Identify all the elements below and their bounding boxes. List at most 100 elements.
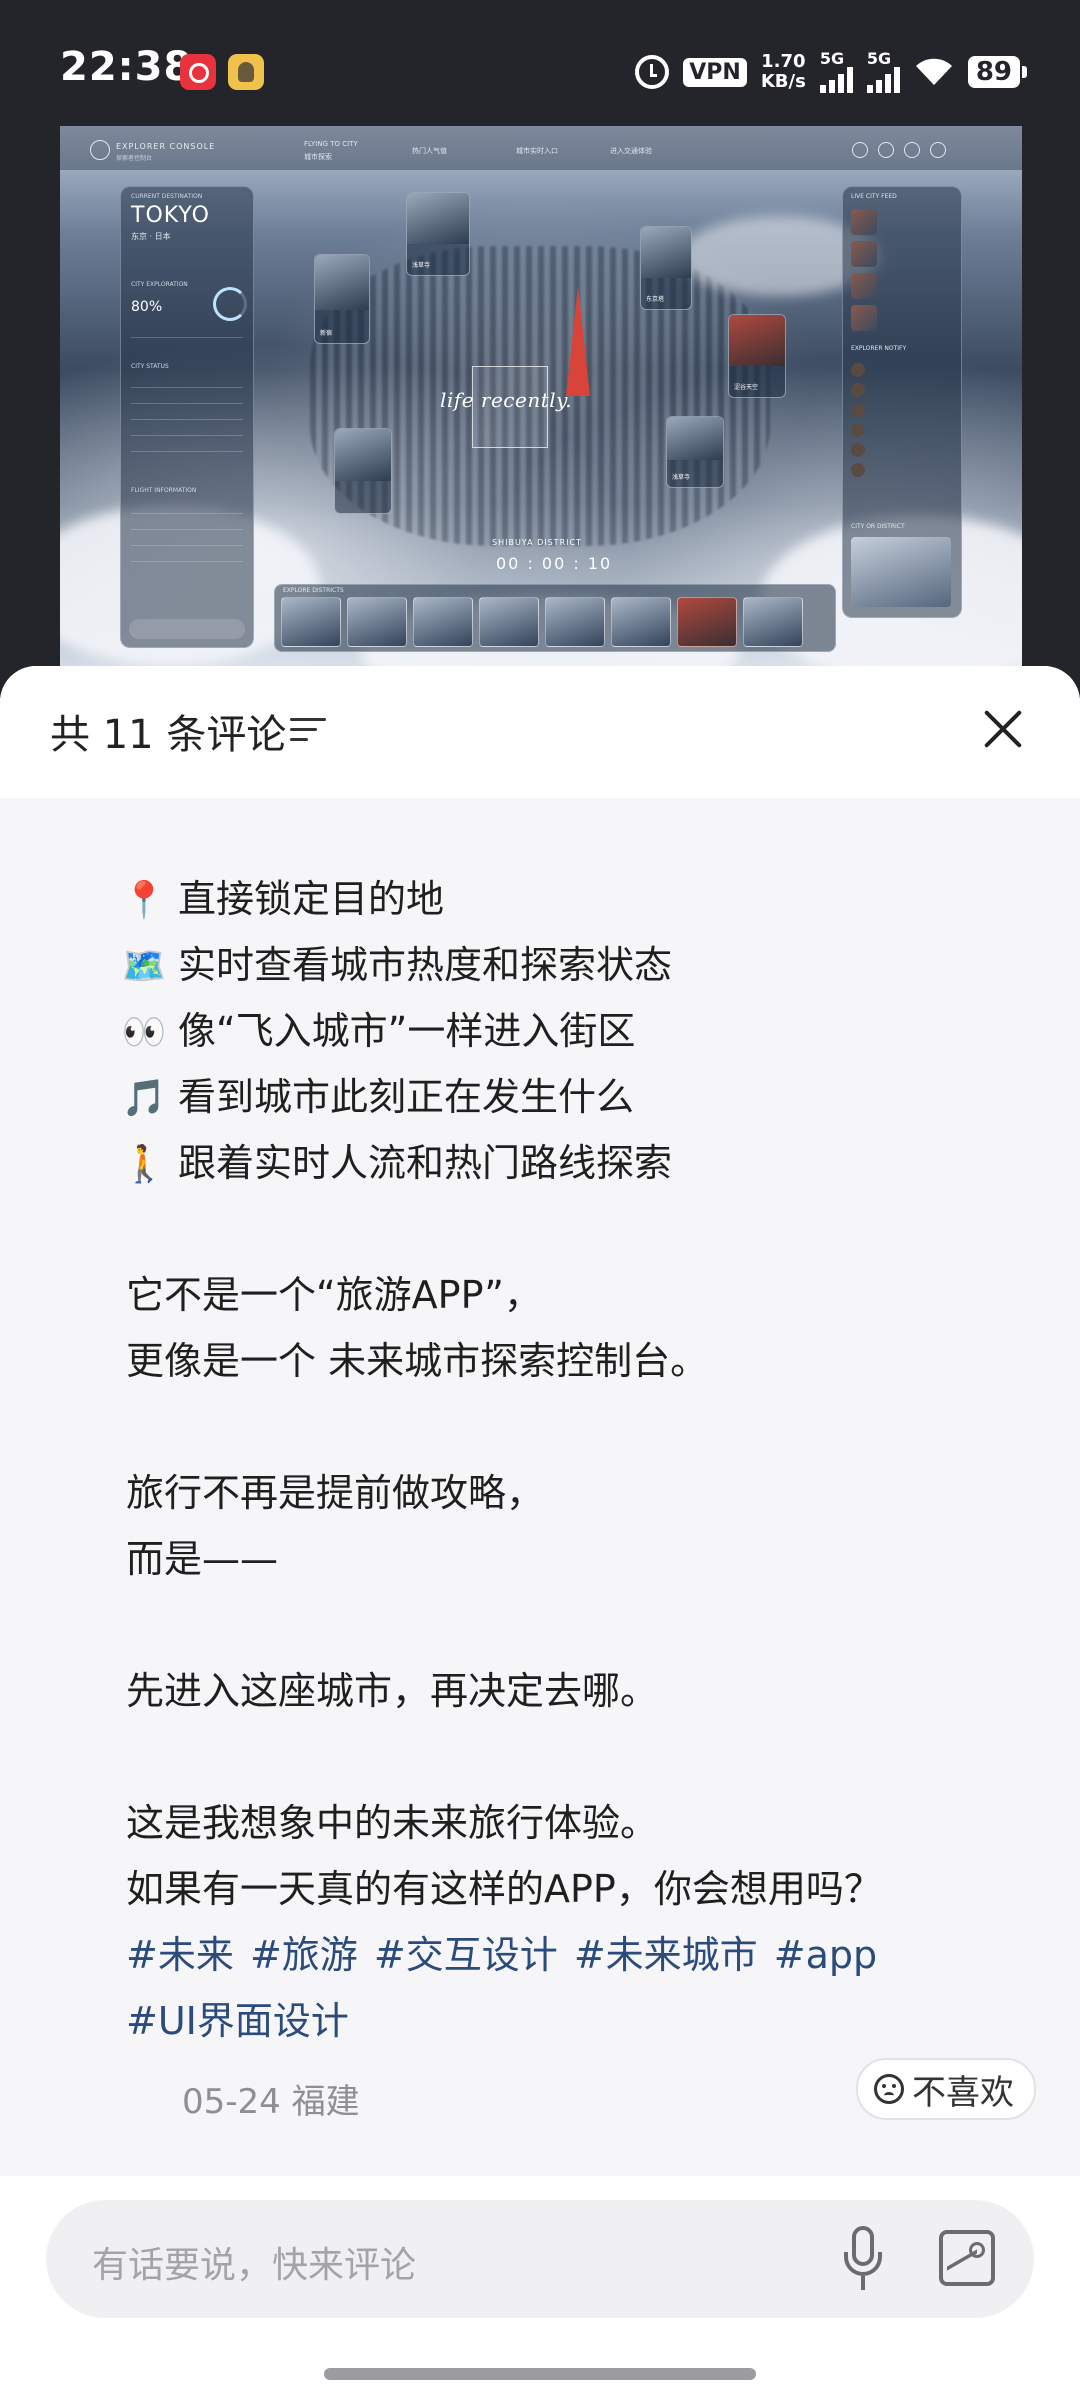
paragraph-line: 如果有一天真的有这样的APP，你会想用吗？ bbox=[126, 1867, 882, 1911]
home-indicator[interactable] bbox=[324, 2368, 756, 2380]
list-item: 🎵 看到城市此刻正在发生什么 bbox=[122, 1064, 1026, 1130]
mock-label: EXPLORER NOTIFY bbox=[851, 345, 907, 352]
hashtag-link[interactable]: #旅游 bbox=[250, 1933, 358, 1977]
progress-ring-icon bbox=[213, 287, 247, 321]
net-speed-value: 1.70 bbox=[761, 51, 806, 72]
net-speed-unit: KB/s bbox=[760, 71, 806, 92]
bell-icon bbox=[904, 142, 920, 158]
list-item: 🗺️ 实时查看城市热度和探索状态 bbox=[122, 932, 1026, 998]
wifi-icon bbox=[914, 57, 954, 87]
vpn-badge: VPN bbox=[683, 57, 747, 87]
comment-input[interactable]: 有话要说，快来评论 bbox=[46, 2200, 1034, 2318]
paragraph-line: 而是—— bbox=[126, 1537, 279, 1581]
hashtag-link[interactable]: #app bbox=[774, 1933, 877, 1977]
mock-city-name: TOKYO bbox=[131, 203, 210, 228]
mock-label: LIVE CITY FEED bbox=[851, 193, 897, 200]
close-icon[interactable] bbox=[982, 708, 1024, 750]
mock-district: SHIBUYA DISTRICT bbox=[492, 538, 582, 547]
paragraph-line: 它不是一个“旅游APP”， bbox=[126, 1273, 542, 1317]
paragraph-line: 更像是一个 未来城市探索控制台。 bbox=[126, 1339, 709, 1383]
mock-center-title: life recently. bbox=[440, 388, 573, 412]
list-item: 📍 直接锁定目的地 bbox=[122, 866, 1026, 932]
walking-icon: 🚶 bbox=[121, 1144, 167, 1185]
status-indicators: VPN 1.70 KB/s 5G 5G 89 bbox=[635, 48, 1028, 96]
hashtag-link[interactable]: #UI界面设计 bbox=[126, 1999, 349, 2043]
avatar bbox=[851, 403, 865, 417]
status-bar: 22:38 VPN 1.70 KB/s 5G 5G 89 bbox=[0, 0, 1080, 120]
signal-icon-2: 5G bbox=[866, 49, 900, 93]
music-icon: 🎵 bbox=[121, 1078, 167, 1119]
mock-label: CITY OR DISTRICT bbox=[851, 523, 905, 530]
camera-icon bbox=[878, 142, 894, 158]
mock-brand-sub: 探索者控制台 bbox=[116, 155, 153, 162]
map-icon: 🗺️ bbox=[121, 946, 167, 987]
avatar bbox=[851, 443, 865, 457]
mock-nav-item: 热门人气值 bbox=[412, 147, 447, 155]
sort-filter-icon[interactable] bbox=[290, 716, 326, 744]
mock-label: CITY EXPLORATION bbox=[131, 281, 188, 288]
location-card: 新宿 bbox=[314, 254, 370, 344]
mock-brand: EXPLORER CONSOLE bbox=[116, 142, 216, 151]
comment-sheet: 共 11 条评论 📍 直接锁定目的地 🗺️ 实时查看城市热度和探索状态 👀 像“飞入城… bbox=[0, 666, 1080, 2400]
frown-face-icon bbox=[874, 2074, 904, 2104]
mock-label: FLIGHT INFORMATION bbox=[131, 487, 197, 494]
mock-right-panel: LIVE CITY FEED EXPLORER NOTIFY CITY OR D… bbox=[842, 186, 962, 618]
location-card bbox=[334, 428, 392, 514]
mock-district-strip: EXPLORE DISTRICTS bbox=[274, 584, 836, 652]
mock-city-sub: 东京 · 日本 bbox=[131, 232, 171, 241]
comment-placeholder: 有话要说，快来评论 bbox=[92, 2245, 417, 2286]
mock-left-panel: CURRENT DESTINATION TOKYO 东京 · 日本 CITY E… bbox=[120, 186, 254, 648]
paragraph-line: 先进入这座城市，再决定去哪。 bbox=[126, 1669, 659, 1713]
mock-button bbox=[129, 619, 245, 639]
hashtag-link[interactable]: #交互设计 bbox=[374, 1933, 558, 1977]
avatar bbox=[851, 363, 865, 377]
image-icon[interactable] bbox=[939, 2230, 995, 2286]
signal-label-2: 5G bbox=[866, 49, 892, 68]
dislike-button[interactable]: 不喜欢 bbox=[856, 2058, 1036, 2120]
brand-logo-icon bbox=[90, 140, 110, 160]
hashtag-list: #未来 #旅游 #交互设计 #未来城市 #app #UI界面设计 bbox=[126, 1922, 1026, 2054]
mock-label: CITY STATUS bbox=[131, 363, 169, 370]
mock-explore-pct: 80% bbox=[131, 299, 163, 315]
avatar bbox=[851, 383, 865, 397]
comment-header: 共 11 条评论 bbox=[0, 666, 1080, 798]
app-notification-icon bbox=[228, 54, 264, 90]
weibo-icon bbox=[180, 54, 216, 90]
signal-label: 5G bbox=[819, 49, 845, 68]
mock-timer: 00 : 00 : 10 bbox=[496, 554, 613, 573]
post-meta: 05-24 福建 bbox=[182, 2082, 360, 2122]
search-icon bbox=[852, 142, 868, 158]
pin-icon: 📍 bbox=[121, 880, 167, 921]
menu-icon bbox=[930, 142, 946, 158]
post-body: 📍 直接锁定目的地 🗺️ 实时查看城市热度和探索状态 👀 像“飞入城市”一样进入街区 … bbox=[122, 866, 1026, 2054]
list-item: 👀 像“飞入城市”一样进入街区 bbox=[122, 998, 1026, 1064]
mock-nav-item: 进入交通体验 bbox=[610, 147, 652, 155]
battery-icon: 89 bbox=[967, 56, 1028, 88]
location-card: 浅草寺 bbox=[666, 416, 724, 488]
location-card: 东京塔 bbox=[640, 226, 692, 310]
mock-label: CURRENT DESTINATION bbox=[131, 193, 203, 200]
alarm-icon bbox=[635, 55, 670, 89]
eyes-icon: 👀 bbox=[121, 1012, 167, 1053]
dislike-label: 不喜欢 bbox=[912, 2072, 1014, 2113]
comment-input-bar: 有话要说，快来评论 bbox=[0, 2176, 1080, 2400]
location-card: 涩谷天空 bbox=[728, 314, 786, 398]
avatar bbox=[851, 463, 865, 477]
mock-nav-item: 城市实时入口 bbox=[516, 147, 558, 155]
signal-icon: 5G bbox=[819, 49, 853, 93]
mock-app-topbar: EXPLORER CONSOLE 探索者控制台 FLYING TO CITY 城… bbox=[60, 126, 1022, 170]
paragraph-line: 这是我想象中的未来旅行体验。 bbox=[126, 1801, 659, 1845]
mock-nav-item: 城市探索 bbox=[304, 153, 332, 161]
list-item: 🚶 跟着实时人流和热门路线探索 bbox=[122, 1130, 1026, 1196]
avatar bbox=[851, 423, 865, 437]
paragraph-line: 旅行不再是提前做攻略， bbox=[126, 1471, 545, 1515]
status-time: 22:38 bbox=[60, 44, 193, 90]
tokyo-tower bbox=[566, 286, 590, 396]
hashtag-link[interactable]: #未来 bbox=[126, 1933, 234, 1977]
mock-nav-item: FLYING TO CITY bbox=[304, 140, 358, 148]
post-image[interactable]: EXPLORER CONSOLE 探索者控制台 FLYING TO CITY 城… bbox=[60, 126, 1022, 666]
net-speed: 1.70 KB/s bbox=[761, 52, 806, 92]
location-card: 浅草寺 bbox=[406, 192, 470, 276]
hashtag-link[interactable]: #未来城市 bbox=[574, 1933, 758, 1977]
comment-count: 共 11 条评论 bbox=[50, 712, 287, 758]
